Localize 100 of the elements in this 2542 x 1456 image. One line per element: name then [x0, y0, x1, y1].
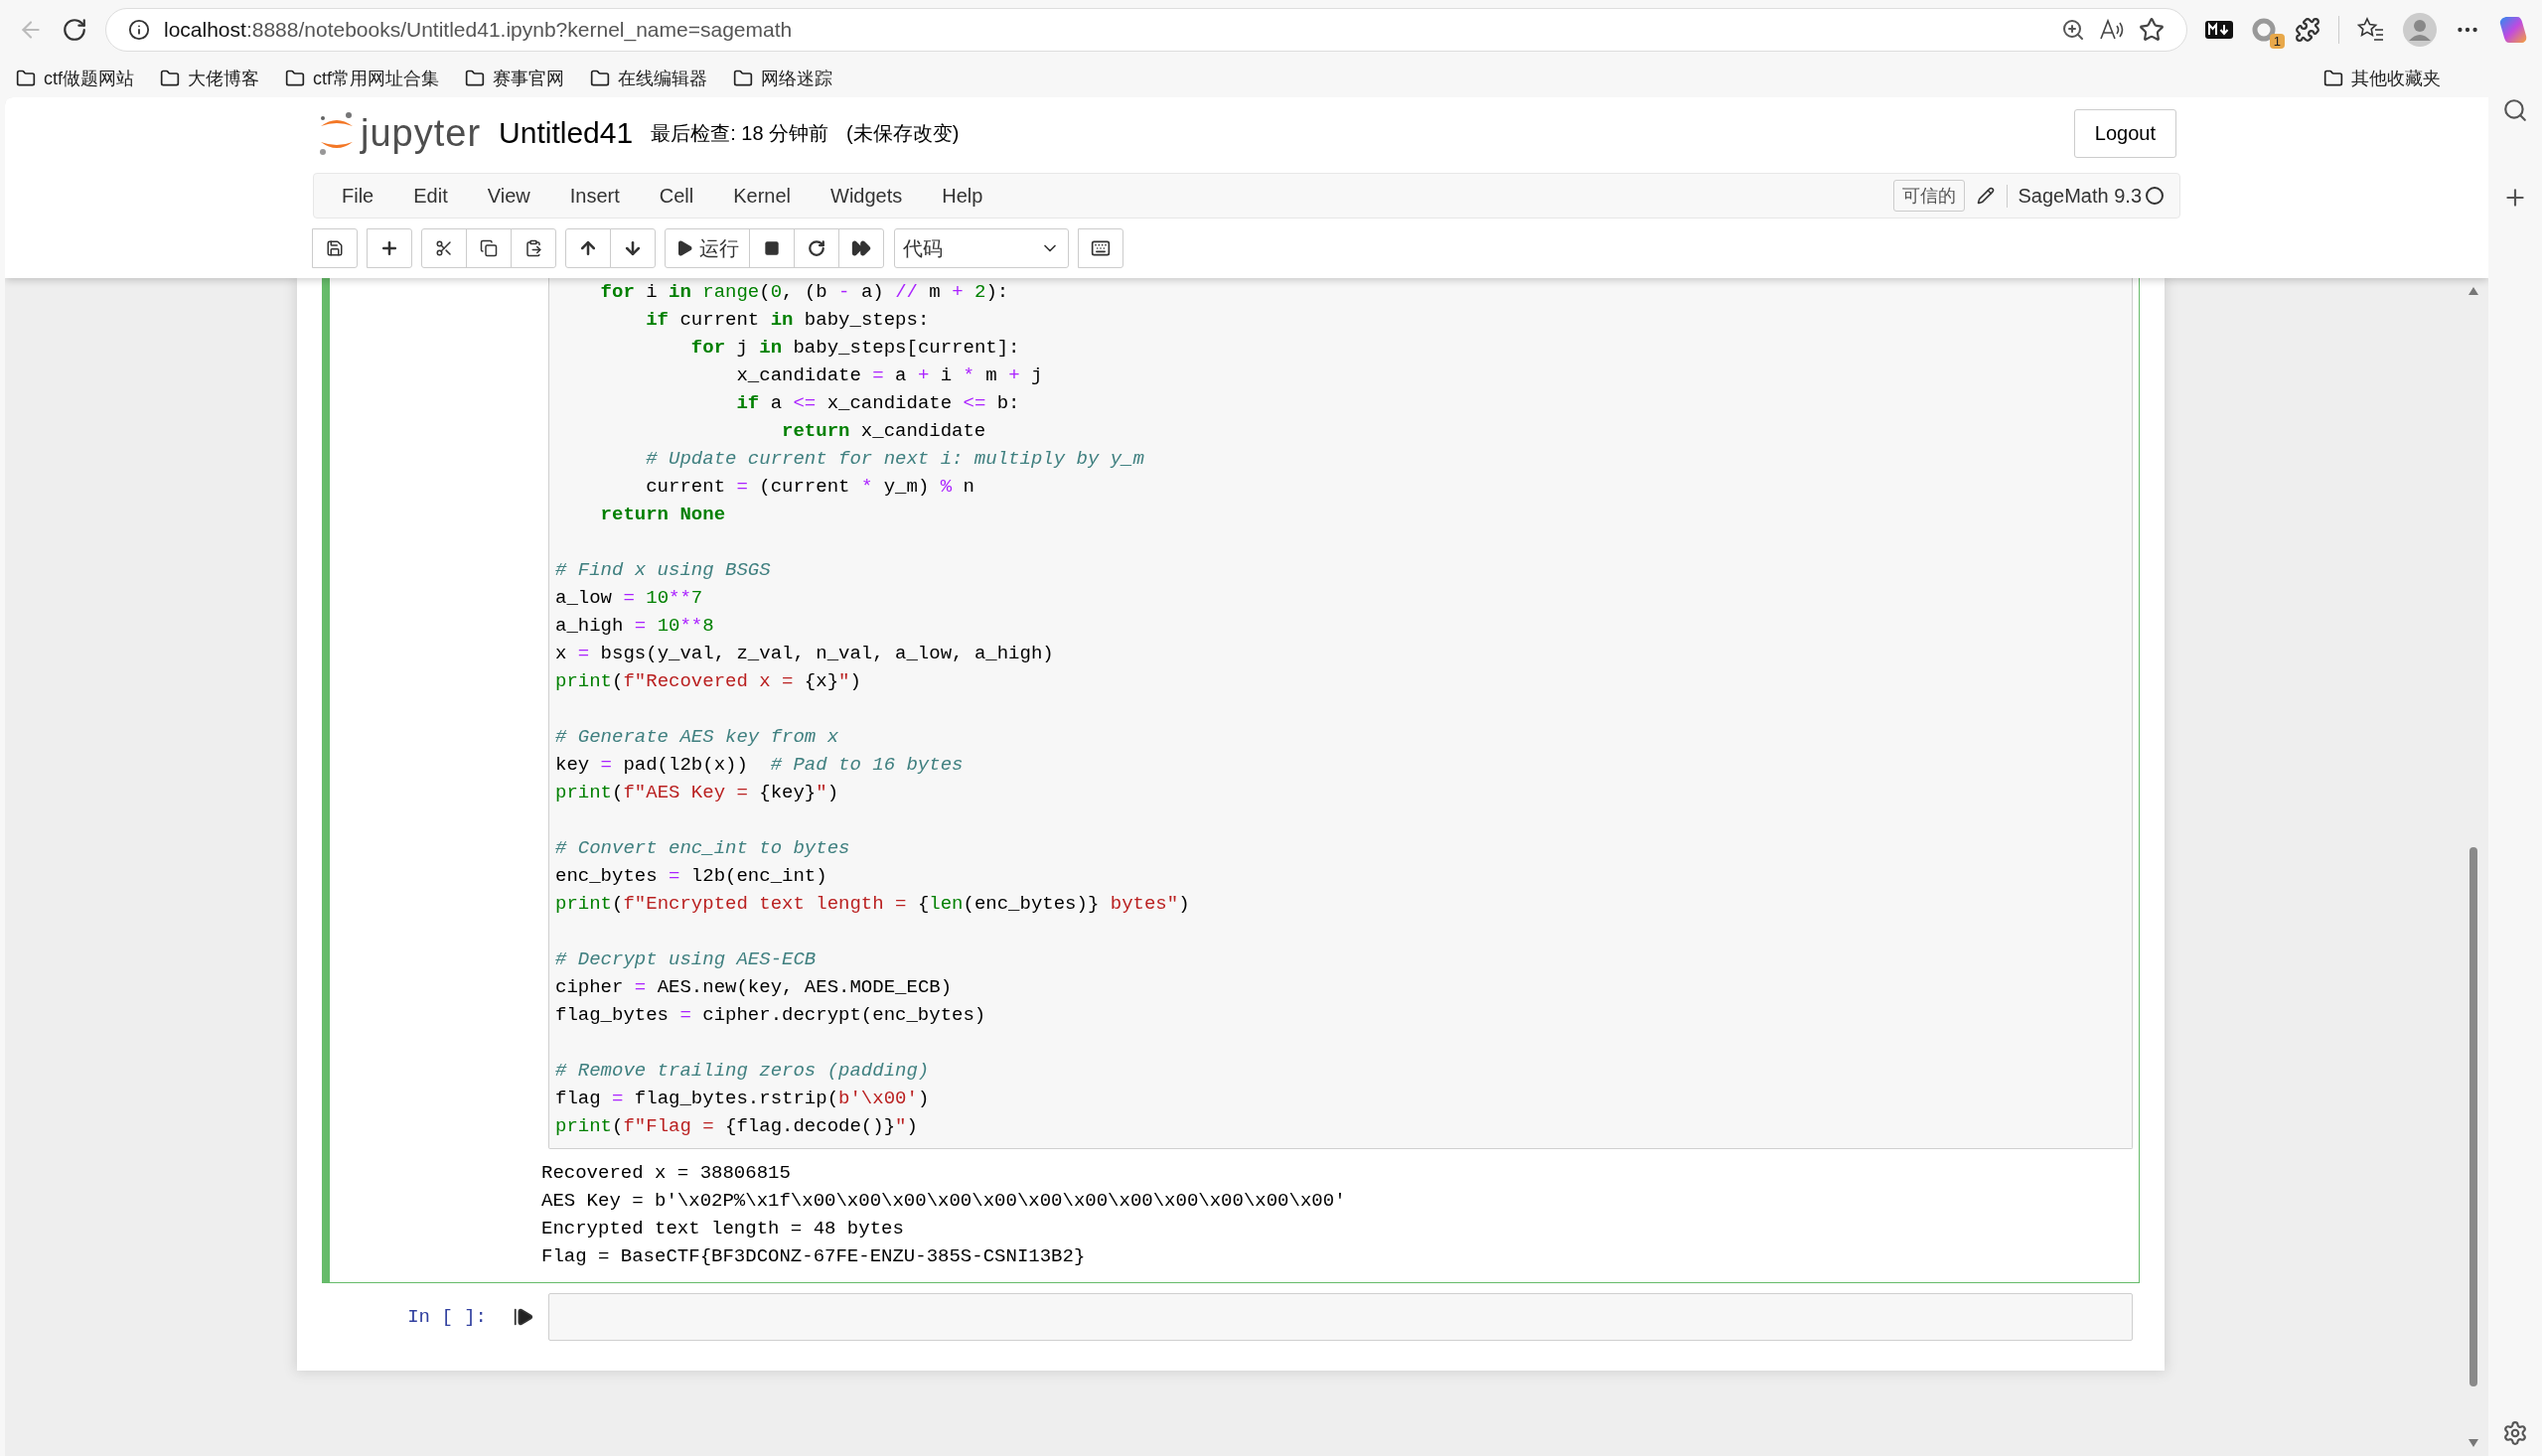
move-up-button[interactable] — [565, 228, 611, 268]
bookmark[interactable]: ctf做题网站 — [16, 67, 134, 90]
run-cell-icon[interactable] — [513, 1306, 534, 1328]
bookmark[interactable]: ctf常用网址合集 — [285, 67, 440, 90]
folder-icon — [465, 69, 486, 88]
code-line: if a <= x_candidate <= b: — [735, 391, 1020, 416]
folder-icon — [733, 69, 754, 88]
folder-icon — [285, 69, 305, 88]
code-line: return x_candidate — [781, 419, 986, 444]
jupyter-wordmark[interactable]: jupyter — [361, 111, 482, 155]
code-line: print(f"Encrypted text length = {len(enc_bytes)} bytes") — [555, 892, 1190, 917]
kernel-name: SageMath 9.3 — [2007, 184, 2142, 208]
keyboard-icon — [1091, 238, 1111, 258]
folder-icon — [590, 69, 611, 88]
save-icon — [326, 239, 344, 257]
code-line: x = bsgs(y_val, z_val, n_val, a_low, a_high) — [555, 642, 1054, 666]
bookmark[interactable]: 在线编辑器 — [590, 67, 708, 90]
scissors-icon — [435, 239, 453, 257]
puzzle-icon[interactable] — [2295, 17, 2320, 43]
bookmark[interactable]: 赛事官网 — [465, 67, 565, 90]
bookmark[interactable]: 大佬博客 — [160, 67, 259, 90]
code-line: print(f"AES Key = {key}") — [555, 781, 839, 805]
code-line: # Generate AES key from x — [555, 725, 839, 750]
code-line: current = (current * y_m) % n — [645, 475, 974, 500]
cell-prompt: In [ ]: — [407, 1306, 487, 1328]
save-button[interactable] — [312, 228, 358, 268]
restart-icon — [808, 239, 825, 257]
menu-item[interactable]: File — [322, 184, 394, 208]
code-line: key = pad(l2b(x)) # Pad to 16 bytes — [555, 753, 964, 778]
notebook-name[interactable]: Untitled41 — [499, 116, 634, 150]
folder-icon — [160, 69, 180, 88]
scroll-up-icon[interactable] — [2467, 286, 2479, 296]
menu-item[interactable]: Widgets — [811, 184, 923, 208]
code-line: return None — [599, 503, 726, 527]
clipboard-icon — [524, 239, 542, 257]
code-line: cipher = AES.new(key, AES.MODE_ECB) — [555, 975, 953, 1000]
code-line: flag_bytes = cipher.decrypt(enc_bytes) — [555, 1003, 986, 1028]
zoom-icon[interactable] — [2061, 18, 2085, 42]
star-icon[interactable] — [2139, 17, 2165, 43]
copy-button[interactable] — [466, 228, 512, 268]
menu-item[interactable]: View — [467, 184, 550, 208]
search-icon[interactable] — [2502, 97, 2528, 123]
unsaved-status: (未保存改变) — [846, 120, 960, 146]
code-line: # Convert enc_int to bytes — [555, 836, 850, 861]
code-line: x_candidate = a + i * m + j — [735, 364, 1043, 388]
cell-type-select[interactable]: 代码 — [894, 228, 1069, 268]
keyboard-button[interactable] — [1078, 228, 1123, 268]
code-line: # Update current for next i: multiply by y_m — [645, 447, 1144, 472]
menu-item[interactable]: Edit — [393, 184, 468, 208]
add-cell-button[interactable] — [367, 228, 412, 268]
markdown-icon[interactable] — [2205, 21, 2233, 39]
scroll-down-icon[interactable] — [2467, 1438, 2479, 1448]
code-line: a_high = 10**8 — [555, 614, 714, 639]
output-line: Flag = BaseCTF{BF3DCONZ-67FE-ENZU-385S-CSNI13B2} — [541, 1244, 1086, 1269]
code-line: enc_bytes = l2b(enc_int) — [555, 864, 827, 889]
code-cell[interactable] — [322, 278, 2140, 1283]
paste-button[interactable] — [511, 228, 556, 268]
notification-badge: 1 — [2269, 34, 2285, 49]
menu-item[interactable]: Kernel — [713, 184, 811, 208]
code-line: flag = flag_bytes.rstrip(b'\x00') — [555, 1087, 930, 1111]
code-input[interactable] — [548, 278, 2133, 1149]
run-button[interactable]: 运行 — [665, 228, 750, 268]
favorites-icon[interactable] — [2357, 17, 2385, 43]
output-line: Encrypted text length = 48 bytes — [541, 1217, 904, 1241]
cut-button[interactable] — [421, 228, 467, 268]
scrollbar-thumb[interactable] — [2469, 846, 2477, 1386]
code-input[interactable] — [548, 1293, 2133, 1341]
stop-icon — [764, 240, 780, 256]
menu-item[interactable]: Cell — [639, 184, 714, 208]
other-bookmarks[interactable]: 其他收藏夹 — [2323, 67, 2441, 90]
pencil-icon[interactable] — [1977, 187, 1996, 205]
checkpoint-status: 最后检查: 18 分钟前 — [651, 120, 829, 146]
settings-icon[interactable] — [2502, 1420, 2528, 1446]
code-line: for j in baby_steps[current]: — [689, 336, 1020, 361]
code-line: if current in baby_steps: — [645, 308, 930, 333]
logout-button[interactable]: Logout — [2073, 108, 2176, 158]
run-all-button[interactable] — [838, 228, 884, 268]
reload-icon[interactable] — [62, 17, 87, 43]
folder-icon — [2323, 69, 2343, 88]
trusted-indicator[interactable]: 可信的 — [1893, 180, 1966, 212]
restart-button[interactable] — [794, 228, 839, 268]
address-bar[interactable]: localhost:8888/notebooks/Untitled41.ipynb?kernel_name=sagemath — [105, 8, 2187, 52]
code-line: print(f"Recovered x = {x}") — [555, 669, 861, 694]
code-line: print(f"Flag = {flag.decode()}") — [555, 1114, 918, 1139]
fast-forward-icon — [851, 238, 871, 258]
output-line: Recovered x = 38806815 — [541, 1161, 791, 1186]
menu-item[interactable]: Help — [922, 184, 1003, 208]
plus-icon — [379, 238, 399, 258]
read-aloud-icon[interactable] — [2099, 18, 2125, 42]
menu-item[interactable]: Insert — [549, 184, 640, 208]
output-line: AES Key = b'\x02P%\x1f\x00\x00\x00\x00\x00\x00\x00\x00\x00\x00\x00\x00' — [541, 1189, 1346, 1214]
code-line: # Remove trailing zeros (padding) — [555, 1059, 930, 1084]
copilot-logo-icon[interactable] — [2498, 15, 2528, 45]
move-down-button[interactable] — [610, 228, 656, 268]
stop-button[interactable] — [749, 228, 795, 268]
profile-avatar[interactable] — [2403, 13, 2437, 47]
bookmark[interactable]: 网络迷踪 — [733, 67, 833, 90]
code-line: # Decrypt using AES-ECB — [555, 947, 817, 972]
info-icon[interactable] — [128, 19, 150, 41]
copy-icon — [480, 239, 498, 257]
